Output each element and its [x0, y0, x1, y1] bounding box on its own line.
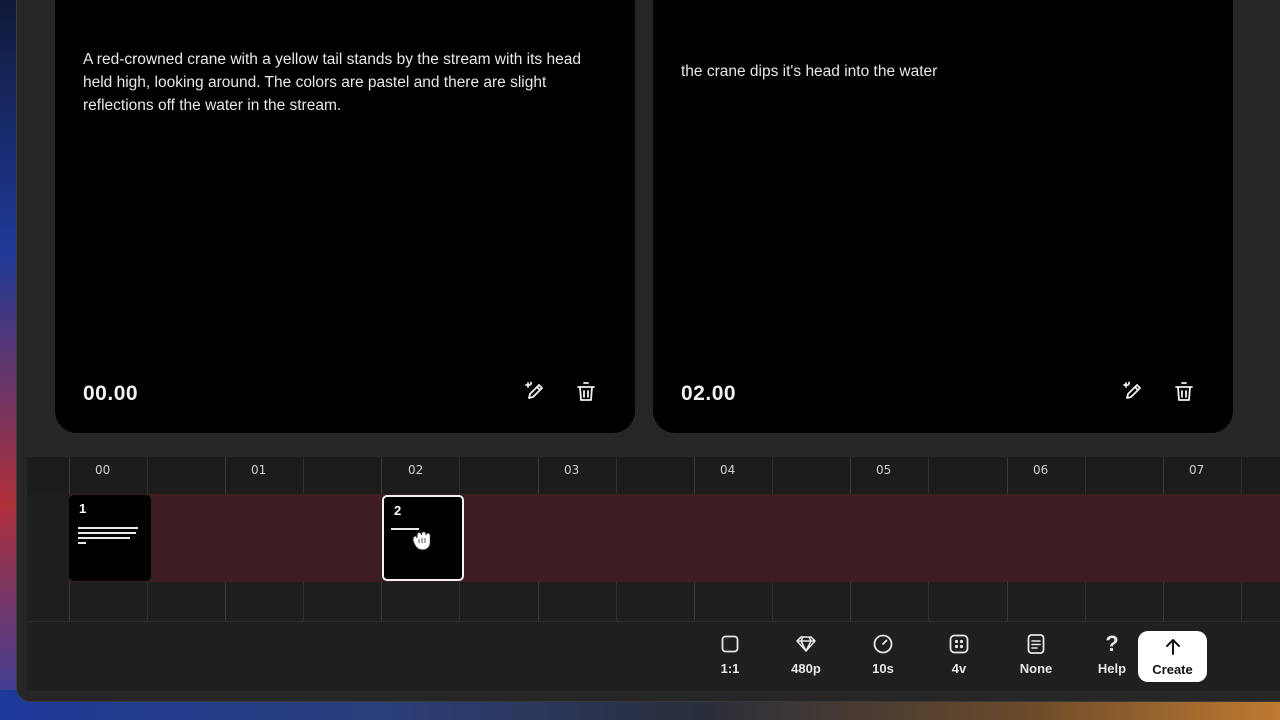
magic-pencil-icon: [1123, 381, 1141, 399]
variations-button[interactable]: 4v: [931, 632, 987, 682]
timeline-tick-label: 01: [251, 463, 267, 477]
timeline-ruler[interactable]: [27, 457, 1280, 494]
clip-number: 2: [394, 503, 402, 518]
trash-icon: [1175, 382, 1193, 401]
storyboard-card-2[interactable]: the crane dips it's head into the water …: [653, 0, 1233, 433]
timeline-tick-label: 00: [95, 463, 111, 477]
edit-card-button[interactable]: [521, 378, 549, 406]
square-icon: [720, 632, 740, 656]
aspect-ratio-label: 1:1: [720, 661, 740, 676]
timeline-track[interactable]: [69, 494, 1280, 582]
help-button[interactable]: ? Help: [1084, 631, 1140, 682]
diamond-icon: [794, 632, 818, 656]
clip-text-preview-line: [78, 542, 86, 544]
timeline-clip-2[interactable]: 2: [382, 495, 464, 581]
timeline[interactable]: 00 01 02 03 04 05 06 07 1 2: [27, 457, 1280, 621]
duration-label: 10s: [872, 661, 894, 676]
timeline-tick-label: 07: [1189, 463, 1205, 477]
timeline-tick-label: 04: [720, 463, 736, 477]
clock-icon: [872, 632, 894, 656]
timeline-tick-label: 05: [876, 463, 892, 477]
delete-card-button[interactable]: [572, 378, 600, 406]
timeline-tick-label: 02: [408, 463, 424, 477]
clip-text-preview-line: [78, 527, 138, 529]
grid-icon: [948, 632, 970, 656]
card-timestamp: 00.00: [83, 382, 139, 405]
card-prompt-text[interactable]: A red-crowned crane with a yellow tail s…: [83, 48, 595, 117]
preset-button[interactable]: None: [1008, 632, 1064, 682]
edit-card-button[interactable]: [1119, 378, 1147, 406]
magic-pencil-icon: [525, 381, 543, 399]
storyboard-card-1[interactable]: A red-crowned crane with a yellow tail s…: [55, 0, 635, 433]
variations-label: 4v: [951, 661, 967, 676]
preset-label: None: [1019, 661, 1053, 676]
resolution-label: 480p: [791, 661, 821, 676]
resolution-button[interactable]: 480p: [778, 632, 834, 682]
help-label: Help: [1097, 661, 1127, 676]
trash-icon: [577, 382, 595, 401]
clip-text-preview-line: [78, 537, 130, 539]
preset-icon: [1026, 632, 1046, 656]
timeline-tick-label: 06: [1033, 463, 1049, 477]
clip-number: 1: [79, 501, 87, 516]
arrow-up-icon: [1163, 637, 1183, 659]
card-timestamp: 02.00: [681, 382, 737, 405]
delete-card-button[interactable]: [1170, 378, 1198, 406]
bottom-toolbar: 1:1 480p 10s 4v None ? Help Create: [27, 621, 1280, 691]
clip-text-preview-line: [78, 532, 136, 534]
app-window: A red-crowned crane with a yellow tail s…: [16, 0, 1280, 702]
grab-hand-cursor-icon: [412, 531, 431, 551]
timeline-clip-1[interactable]: 1: [69, 495, 151, 581]
card-prompt-text[interactable]: the crane dips it's head into the water: [681, 60, 1193, 83]
question-icon: ?: [1105, 631, 1119, 656]
timeline-tick-label: 03: [564, 463, 580, 477]
create-label: Create: [1152, 662, 1193, 677]
aspect-ratio-button[interactable]: 1:1: [702, 632, 758, 682]
duration-button[interactable]: 10s: [855, 632, 911, 682]
create-button[interactable]: Create: [1138, 631, 1207, 682]
